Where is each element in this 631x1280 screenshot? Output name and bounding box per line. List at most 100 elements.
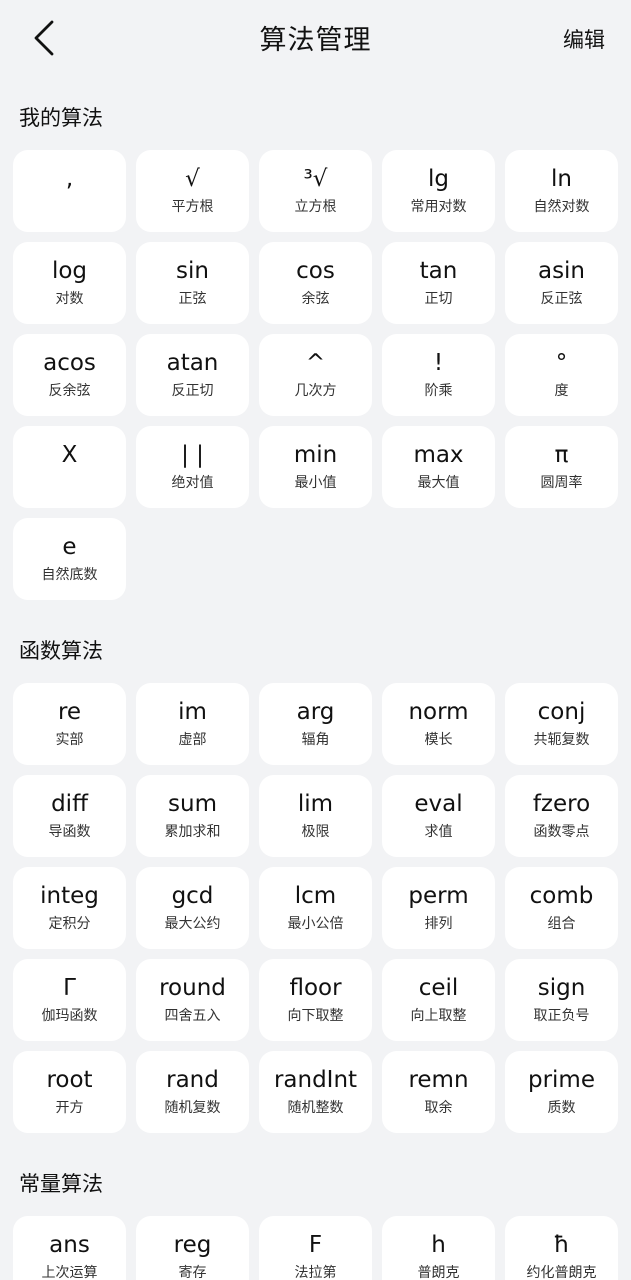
algorithm-card[interactable]: ° 度 [505,334,618,416]
algorithm-card[interactable]: arg 辐角 [259,683,372,765]
algorithm-symbol: ° [555,350,568,376]
algorithm-card[interactable]: randInt 随机整数 [259,1051,372,1133]
algorithm-card[interactable]: reg 寄存 [136,1216,249,1280]
algorithm-card[interactable]: re 实部 [13,683,126,765]
section-title-my-algorithms: 我的算法 [19,106,103,130]
algorithm-card[interactable]: π 圆周率 [505,426,618,508]
algorithm-symbol: min [293,442,338,468]
algorithm-card[interactable]: ! 阶乘 [382,334,495,416]
algorithm-description: 导函数 [48,824,91,840]
algorithm-description: 圆周率 [540,475,583,491]
algorithm-symbol: X [61,442,78,468]
algorithm-card[interactable]: remn 取余 [382,1051,495,1133]
algorithm-card[interactable]: fzero 函数零点 [505,775,618,857]
algorithm-description: 组合 [547,916,576,932]
algorithm-card[interactable]: prime 质数 [505,1051,618,1133]
algorithm-symbol: | | [181,442,204,468]
algorithm-card[interactable]: ans 上次运算 [13,1216,126,1280]
app-header: 算法管理 编辑 [0,0,631,76]
algorithm-symbol: prime [527,1067,595,1093]
algorithm-card[interactable]: ħ 约化普朗克 [505,1216,618,1280]
edit-button[interactable]: 编辑 [563,24,605,54]
algorithm-description: 模长 [424,732,453,748]
page-title: 算法管理 [259,25,372,56]
algorithm-card[interactable]: ceil 向上取整 [382,959,495,1041]
algorithm-symbol: ! [433,350,444,376]
algorithm-card[interactable]: h 普朗克 [382,1216,495,1280]
algorithm-description: 立方根 [294,199,337,215]
algorithm-symbol: comb [529,883,594,909]
algorithm-description: 向上取整 [410,1008,467,1024]
algorithm-symbol: F [308,1232,323,1258]
algorithm-card[interactable]: log 对数 [13,242,126,324]
algorithm-card[interactable]: comb 组合 [505,867,618,949]
algorithm-description: 伽玛函数 [41,1008,98,1024]
algorithm-symbol: eval [414,791,463,817]
algorithm-card[interactable]: atan 反正切 [136,334,249,416]
algorithm-card[interactable]: ln 自然对数 [505,150,618,232]
section-title-constant-algorithms: 常量算法 [19,1172,103,1196]
algorithm-card[interactable]: sign 取正负号 [505,959,618,1041]
algorithm-symbol: ħ [553,1232,570,1258]
algorithm-card[interactable]: tan 正切 [382,242,495,324]
algorithm-card[interactable]: gcd 最大公约 [136,867,249,949]
constant-algorithms-grid: ans 上次运算 reg 寄存 F 法拉第 h 普朗克 ħ 约化普朗克 [0,1216,631,1280]
algorithm-symbol: √ [185,166,200,192]
algorithm-card[interactable]: lim 极限 [259,775,372,857]
algorithm-description: 随机复数 [164,1100,221,1116]
algorithm-card[interactable]: Γ 伽玛函数 [13,959,126,1041]
algorithm-description: 自然对数 [533,199,590,215]
algorithm-description: 正弦 [178,291,207,307]
algorithm-card[interactable]: asin 反正弦 [505,242,618,324]
algorithm-symbol: diff [51,791,88,817]
algorithm-card[interactable]: ³√ 立方根 [259,150,372,232]
algorithm-symbol: gcd [171,883,214,909]
algorithm-card[interactable]: e 自然底数 [13,518,126,600]
algorithm-card[interactable]: im 虚部 [136,683,249,765]
algorithm-card[interactable]: eval 求值 [382,775,495,857]
algorithm-card[interactable]: conj 共轭复数 [505,683,618,765]
algorithm-card[interactable]: max 最大值 [382,426,495,508]
algorithm-card[interactable]: lg 常用对数 [382,150,495,232]
algorithm-card[interactable]: round 四舍五入 [136,959,249,1041]
algorithm-description: 度 [554,383,569,399]
algorithm-symbol: remn [408,1067,469,1093]
algorithm-symbol: re [57,699,82,725]
algorithm-description: 普朗克 [417,1265,460,1280]
algorithm-description: 定积分 [48,916,91,932]
algorithm-card[interactable]: perm 排列 [382,867,495,949]
algorithm-card[interactable]: | | 绝对值 [136,426,249,508]
algorithm-card[interactable]: sin 正弦 [136,242,249,324]
section-title-function-algorithms: 函数算法 [19,639,103,663]
algorithm-symbol: round [159,975,226,1001]
algorithm-card[interactable]: acos 反余弦 [13,334,126,416]
algorithm-card[interactable]: min 最小值 [259,426,372,508]
algorithm-card[interactable]: norm 模长 [382,683,495,765]
algorithm-card[interactable]: root 开方 [13,1051,126,1133]
algorithm-description: 反正切 [171,383,214,399]
algorithm-card[interactable]: floor 向下取整 [259,959,372,1041]
algorithm-card[interactable]: integ 定积分 [13,867,126,949]
algorithm-card[interactable]: X [13,426,126,508]
algorithm-card[interactable]: sum 累加求和 [136,775,249,857]
algorithm-description: 随机整数 [287,1100,344,1116]
algorithm-card[interactable]: ^ 几次方 [259,334,372,416]
algorithm-description: 约化普朗克 [526,1265,597,1280]
algorithm-card[interactable]: lcm 最小公倍 [259,867,372,949]
algorithm-card[interactable]: F 法拉第 [259,1216,372,1280]
algorithm-card[interactable]: √ 平方根 [136,150,249,232]
algorithm-symbol: lcm [294,883,337,909]
algorithm-description: 正切 [424,291,453,307]
algorithm-description: 反正弦 [540,291,583,307]
algorithm-description: 法拉第 [294,1265,337,1280]
algorithm-card[interactable]: , [13,150,126,232]
algorithm-description: 极限 [301,824,330,840]
algorithm-card[interactable]: diff 导函数 [13,775,126,857]
algorithm-symbol: ^ [305,350,326,376]
algorithm-symbol: ln [551,166,572,192]
algorithm-symbol: ceil [418,975,459,1001]
algorithm-symbol: sum [168,791,217,817]
algorithm-description: 寄存 [178,1265,207,1280]
algorithm-card[interactable]: rand 随机复数 [136,1051,249,1133]
algorithm-card[interactable]: cos 余弦 [259,242,372,324]
